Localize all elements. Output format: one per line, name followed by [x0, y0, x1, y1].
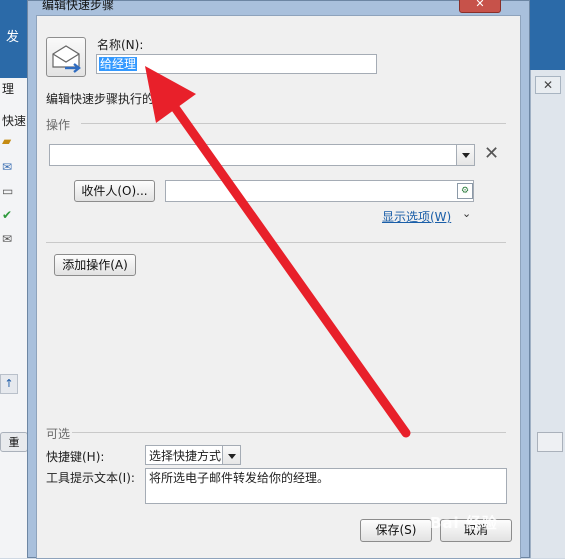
action-select[interactable] [49, 144, 475, 166]
optional-section-label: 可选 [46, 427, 71, 441]
actions-section-label: 操作 [46, 118, 71, 132]
watermark-logo: Bai 经验 [430, 514, 498, 532]
shortcut-label: 快捷键(H): [46, 450, 105, 464]
steps-label: 编辑快速步骤执行的 [46, 92, 155, 106]
tooltip-textarea-value: 将所选电子邮件转发给你的经理。 [149, 471, 330, 485]
shortcut-select[interactable]: 选择快捷方式 [145, 445, 241, 465]
scroll-up-button[interactable]: ↑ [0, 374, 18, 394]
card-icon: ▭ [2, 184, 14, 198]
tooltip-textarea[interactable]: 将所选电子邮件转发给你的经理。 [145, 468, 507, 504]
actions-divider [81, 123, 506, 124]
actions-bottom-divider [46, 242, 506, 243]
optional-divider [72, 432, 506, 433]
title-bar: 编辑快速步骤 ✕ [28, 0, 529, 15]
tooltip-label: 工具提示文本(I): [46, 471, 135, 485]
background-right-panel: ✕ [530, 70, 565, 558]
ribbon-text: 发 [6, 30, 20, 45]
background-close-button[interactable]: ✕ [535, 76, 561, 94]
add-action-button[interactable]: 添加操作(A) [54, 254, 136, 276]
chevron-down-icon[interactable] [222, 446, 240, 464]
address-book-icon[interactable]: ⚙ [457, 183, 473, 199]
mail-forward-icon: ✉ [2, 160, 13, 174]
background-button[interactable]: 重 [0, 432, 28, 452]
folder-icon: ▰ [2, 134, 12, 148]
dialog-title: 编辑快速步骤 [42, 0, 115, 12]
shortcut-select-value: 选择快捷方式 [149, 449, 222, 463]
left-panel-label-2: 快速 [2, 114, 27, 128]
name-input[interactable]: 给经理 [96, 54, 377, 74]
left-panel-label-1: 理 [2, 82, 15, 96]
envelope-forward-icon [52, 45, 81, 73]
close-button[interactable]: ✕ [459, 0, 501, 13]
dialog-client-area: 名称(N): 给经理 编辑快速步骤执行的 操作 ✕ 收件人(O)... ⚙ 显示… [36, 15, 521, 559]
edit-quick-step-dialog: 编辑快速步骤 ✕ 名称(N): 给经理 编辑快速步骤执行的 操作 ✕ 收件人(O… [27, 0, 530, 559]
save-button[interactable]: 保存(S) [360, 519, 432, 542]
mail-icon: ✉ [2, 232, 13, 246]
show-options-link[interactable]: 显示选项(W) [382, 208, 451, 225]
background-field [537, 432, 563, 452]
quick-step-icon-button[interactable] [46, 37, 86, 77]
check-icon: ✔ [2, 208, 13, 222]
recipient-button[interactable]: 收件人(O)... [74, 180, 155, 202]
delete-action-icon[interactable]: ✕ [484, 145, 499, 163]
recipient-input[interactable] [165, 180, 474, 202]
chevron-down-icon[interactable] [456, 145, 474, 165]
name-label: 名称(N): [97, 38, 144, 52]
name-input-value: 给经理 [99, 57, 138, 71]
double-chevron-down-icon[interactable]: ⌄ [462, 207, 471, 220]
